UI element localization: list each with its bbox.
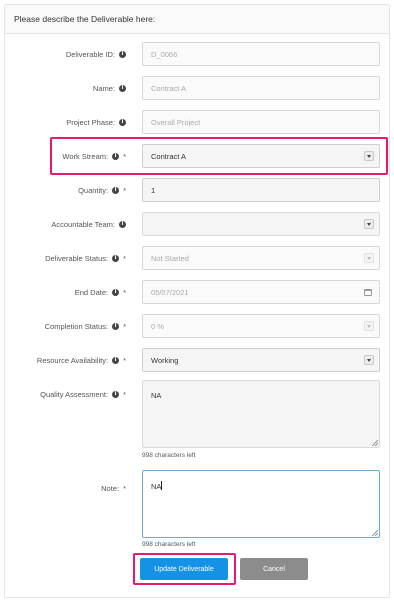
note-label: Note: * xyxy=(101,483,126,493)
note-textarea[interactable]: NA xyxy=(142,470,380,538)
accountable-team-select[interactable] xyxy=(142,212,380,236)
required-asterisk: * xyxy=(123,321,126,331)
resize-grip-icon[interactable] xyxy=(372,530,378,536)
required-asterisk: * xyxy=(123,185,126,195)
info-icon[interactable]: i xyxy=(119,84,126,92)
required-asterisk: * xyxy=(123,355,126,365)
chevron-down-icon xyxy=(364,253,374,263)
work-stream-value: Contract A xyxy=(151,151,187,161)
required-asterisk: * xyxy=(123,151,126,161)
name-field: Contract A xyxy=(142,76,380,100)
info-icon[interactable]: i xyxy=(112,288,120,296)
deliverable-status-row: Deliverable Status: i * Not Started xyxy=(0,246,394,270)
update-deliverable-button[interactable]: Update Deliverable xyxy=(140,558,228,580)
required-asterisk: * xyxy=(123,389,126,399)
chevron-down-icon xyxy=(364,321,374,331)
completion-status-value: 0 % xyxy=(151,321,164,331)
end-date-field: 05/07/2021 xyxy=(142,280,380,304)
calendar-icon xyxy=(364,289,372,296)
info-icon[interactable]: i xyxy=(112,186,120,194)
completion-status-label: Completion Status: i * xyxy=(44,321,126,331)
info-icon[interactable]: i xyxy=(112,322,120,330)
info-icon[interactable]: i xyxy=(112,390,120,398)
resource-availability-label: Resource Availability: i * xyxy=(36,355,126,365)
panel-header: Please describe the Deliverable here: xyxy=(5,5,389,34)
form-title: Please describe the Deliverable here: xyxy=(14,14,156,24)
info-icon[interactable]: i xyxy=(112,254,120,262)
name-row: Name: i Contract A xyxy=(0,76,394,100)
quantity-input[interactable]: 1 xyxy=(142,178,380,202)
quantity-label: Quantity: i * xyxy=(78,185,126,195)
resize-grip-icon[interactable] xyxy=(372,440,378,446)
resource-availability-select[interactable]: Working xyxy=(142,348,380,372)
quantity-row: Quantity: i * 1 xyxy=(0,178,394,202)
text-cursor xyxy=(161,481,163,490)
accountable-team-label: Accountable Team: i xyxy=(51,212,126,236)
deliverable-status-value: Not Started xyxy=(151,253,189,263)
required-asterisk: * xyxy=(123,483,126,493)
cancel-button[interactable]: Cancel xyxy=(240,558,308,580)
completion-status-row: Completion Status: i * 0 % xyxy=(0,314,394,338)
info-icon[interactable]: i xyxy=(119,118,126,126)
note-char-count: 998 characters left xyxy=(142,541,196,548)
end-date-row: End Date: i * 05/07/2021 xyxy=(0,280,394,304)
completion-status-select: 0 % xyxy=(142,314,380,338)
accountable-team-row: Accountable Team: i xyxy=(0,212,394,236)
work-stream-select[interactable]: Contract A xyxy=(142,144,380,168)
required-asterisk: * xyxy=(123,287,126,297)
deliverable-id-row: Deliverable ID: i D_0066 xyxy=(0,42,394,66)
quality-assessment-label: Quality Assessment: i * xyxy=(40,389,126,399)
resource-availability-value: Working xyxy=(151,355,179,365)
project-phase-label: Project Phase: i xyxy=(66,110,126,134)
deliverable-id-label: Deliverable ID: i xyxy=(66,42,126,66)
info-icon[interactable]: i xyxy=(119,50,126,58)
deliverable-status-label: Deliverable Status: i * xyxy=(45,253,126,263)
deliverable-id-field: D_0066 xyxy=(142,42,380,66)
end-date-value: 05/07/2021 xyxy=(151,287,189,297)
project-phase-field: Overall Project xyxy=(142,110,380,134)
resource-availability-row: Resource Availability: i * Working xyxy=(0,348,394,372)
info-icon[interactable]: i xyxy=(119,220,126,228)
chevron-down-icon[interactable] xyxy=(364,151,374,161)
name-label: Name: i xyxy=(93,76,126,100)
work-stream-label: Work Stream: i * xyxy=(62,151,126,161)
end-date-label: End Date: i * xyxy=(74,287,126,297)
info-icon[interactable]: i xyxy=(112,356,120,364)
quality-assessment-char-count: 998 characters left xyxy=(142,452,196,459)
note-value: NA xyxy=(151,482,162,491)
quality-assessment-textarea[interactable]: NA xyxy=(142,380,380,448)
chevron-down-icon[interactable] xyxy=(364,219,374,229)
project-phase-row: Project Phase: i Overall Project xyxy=(0,110,394,134)
chevron-down-icon[interactable] xyxy=(364,355,374,365)
required-asterisk: * xyxy=(123,253,126,263)
deliverable-status-select: Not Started xyxy=(142,246,380,270)
work-stream-row: Work Stream: i * Contract A xyxy=(0,144,394,168)
quality-assessment-value: NA xyxy=(151,391,162,400)
info-icon[interactable]: i xyxy=(112,152,120,160)
